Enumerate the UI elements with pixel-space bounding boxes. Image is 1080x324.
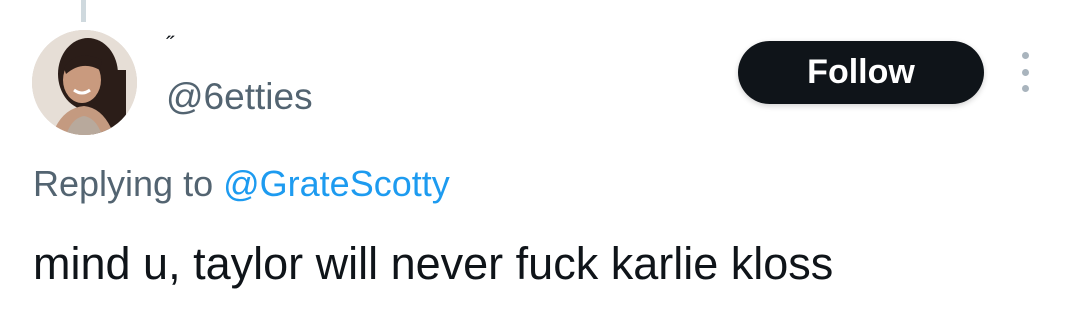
more-dot: [1021, 68, 1029, 76]
user-handle[interactable]: @6etties: [166, 78, 313, 115]
replying-to-line: Replying to @GrateScotty: [33, 166, 450, 202]
more-dot: [1021, 52, 1029, 59]
follow-button[interactable]: Follow: [738, 41, 984, 104]
more-options-icon[interactable]: [1010, 52, 1040, 92]
thread-connector-line: [81, 0, 86, 22]
display-name[interactable]: ˝: [166, 34, 173, 56]
profile-photo-icon: [32, 30, 137, 135]
avatar[interactable]: [32, 30, 137, 135]
replying-to-prefix: Replying to: [33, 163, 224, 204]
more-dot: [1021, 85, 1029, 92]
tweet-text: mind u, taylor will never fuck karlie kl…: [33, 238, 834, 289]
reply-target-link[interactable]: @GrateScotty: [223, 163, 450, 204]
